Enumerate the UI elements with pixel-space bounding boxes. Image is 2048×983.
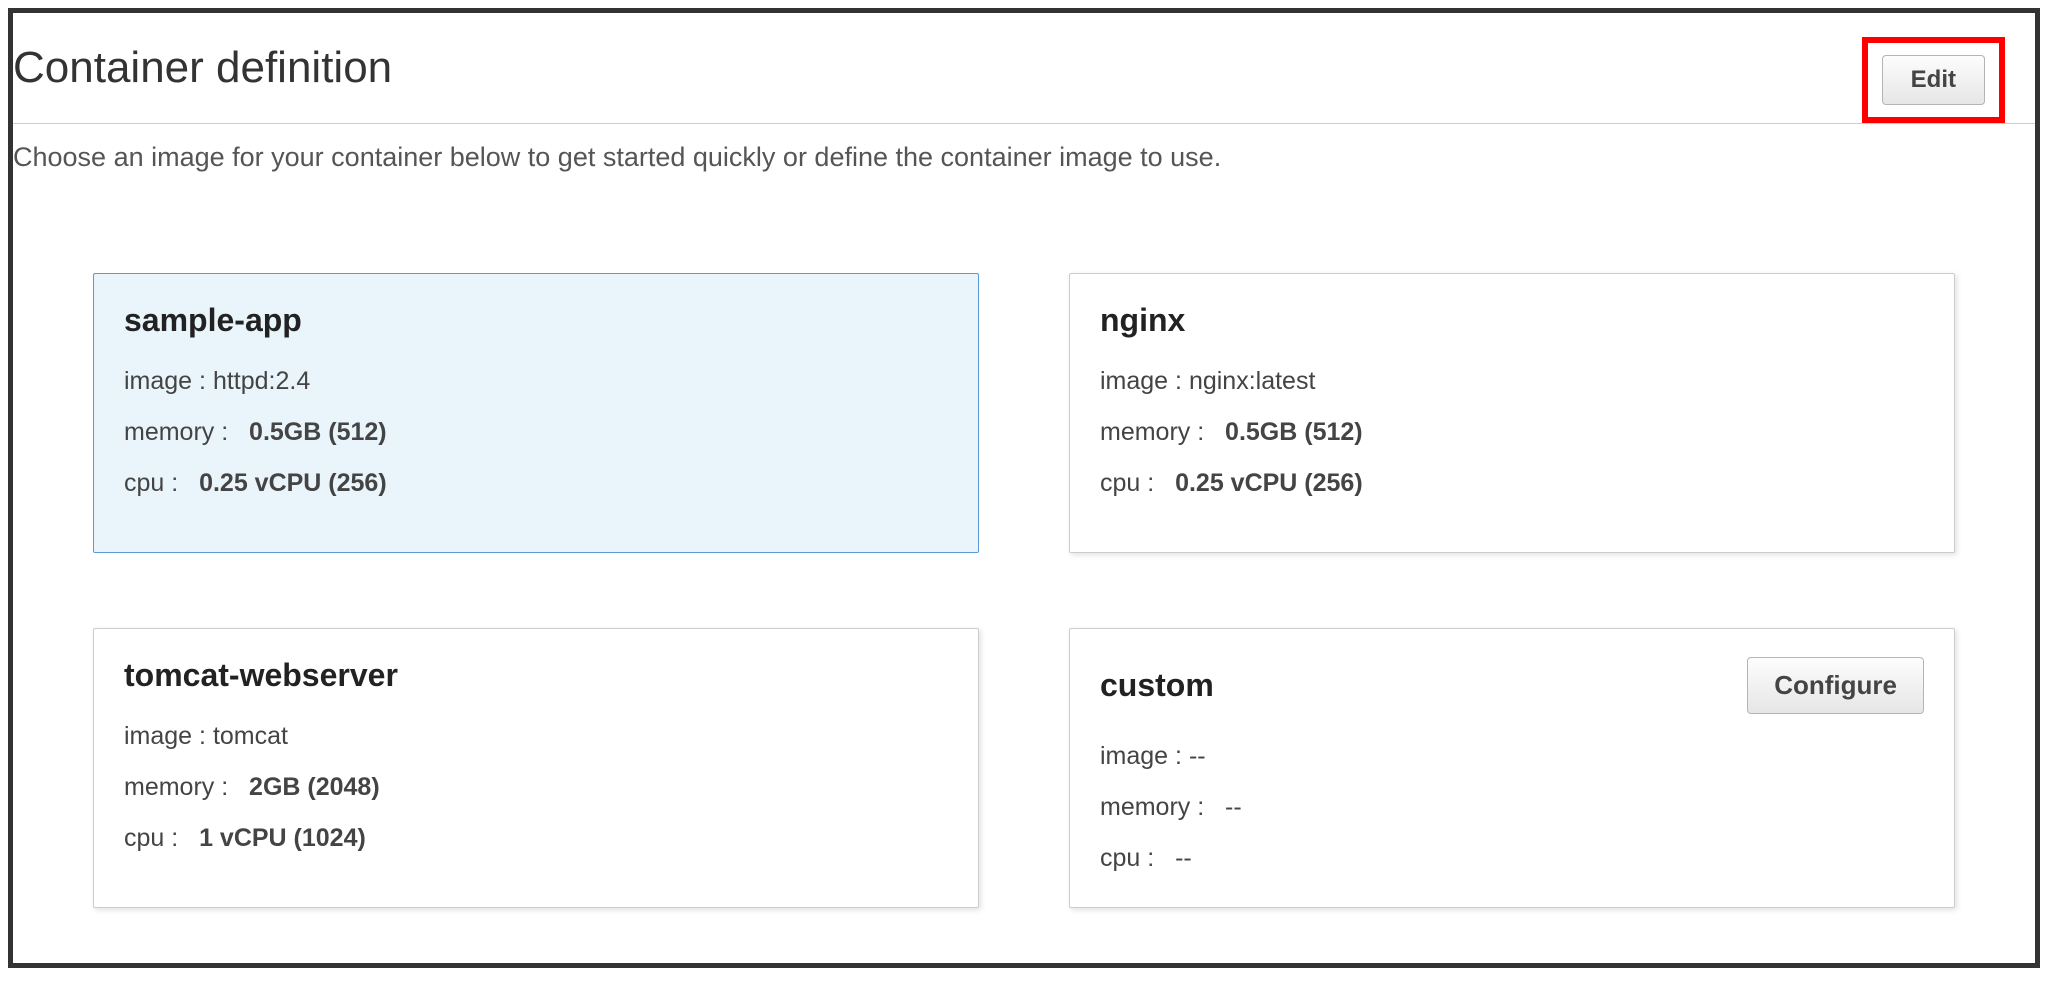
card-title: custom bbox=[1100, 667, 1214, 704]
memory-value: -- bbox=[1225, 793, 1242, 821]
card-cpu-row: cpu : 0.25 vCPU (256) bbox=[1100, 469, 1924, 498]
cpu-spacer bbox=[1161, 469, 1168, 497]
card-image-row: image : -- bbox=[1100, 742, 1924, 771]
memory-spacer bbox=[1211, 793, 1218, 821]
card-title: nginx bbox=[1100, 302, 1185, 339]
cpu-spacer bbox=[185, 824, 192, 852]
card-memory-row: memory : 2GB (2048) bbox=[124, 773, 948, 802]
memory-spacer bbox=[235, 773, 242, 801]
card-image-row: image : httpd:2.4 bbox=[124, 367, 948, 396]
image-value: httpd:2.4 bbox=[213, 367, 310, 395]
card-cpu-row: cpu : -- bbox=[1100, 844, 1924, 873]
memory-spacer bbox=[1211, 418, 1218, 446]
card-memory-row: memory : 0.5GB (512) bbox=[1100, 418, 1924, 447]
image-label: image : bbox=[1100, 367, 1182, 395]
cpu-value: 1 vCPU (1024) bbox=[199, 824, 366, 852]
configure-button[interactable]: Configure bbox=[1747, 657, 1924, 714]
image-label: image : bbox=[1100, 742, 1182, 770]
image-label: image : bbox=[124, 367, 206, 395]
card-memory-row: memory : -- bbox=[1100, 793, 1924, 822]
cpu-value: -- bbox=[1175, 844, 1192, 872]
card-header: sample-app bbox=[124, 302, 948, 339]
edit-button-highlight: Edit bbox=[1862, 37, 2005, 123]
cpu-label: cpu : bbox=[1100, 469, 1154, 497]
card-header: nginx bbox=[1100, 302, 1924, 339]
card-header: tomcat-webserver bbox=[124, 657, 948, 694]
card-header: custom Configure bbox=[1100, 657, 1924, 714]
cpu-label: cpu : bbox=[124, 469, 178, 497]
cpu-label: cpu : bbox=[124, 824, 178, 852]
cpu-value: 0.25 vCPU (256) bbox=[199, 469, 387, 497]
container-cards-grid: sample-app image : httpd:2.4 memory : 0.… bbox=[13, 273, 2035, 908]
card-memory-row: memory : 0.5GB (512) bbox=[124, 418, 948, 447]
cpu-value: 0.25 vCPU (256) bbox=[1175, 469, 1363, 497]
image-value: -- bbox=[1189, 742, 1206, 770]
memory-label: memory : bbox=[124, 418, 228, 446]
image-label: image : bbox=[124, 722, 206, 750]
container-card-nginx[interactable]: nginx image : nginx:latest memory : 0.5G… bbox=[1069, 273, 1955, 553]
memory-label: memory : bbox=[1100, 793, 1204, 821]
memory-value: 2GB (2048) bbox=[249, 773, 380, 801]
container-card-tomcat-webserver[interactable]: tomcat-webserver image : tomcat memory :… bbox=[93, 628, 979, 908]
card-cpu-row: cpu : 1 vCPU (1024) bbox=[124, 824, 948, 853]
card-image-row: image : nginx:latest bbox=[1100, 367, 1924, 396]
container-card-custom[interactable]: custom Configure image : -- memory : -- … bbox=[1069, 628, 1955, 908]
memory-value: 0.5GB (512) bbox=[249, 418, 387, 446]
card-title: sample-app bbox=[124, 302, 302, 339]
image-value: nginx:latest bbox=[1189, 367, 1315, 395]
card-cpu-row: cpu : 0.25 vCPU (256) bbox=[124, 469, 948, 498]
cpu-label: cpu : bbox=[1100, 844, 1154, 872]
edit-button[interactable]: Edit bbox=[1882, 55, 1985, 105]
page-title: Container definition bbox=[13, 43, 392, 111]
card-title: tomcat-webserver bbox=[124, 657, 398, 694]
description-text: Choose an image for your container below… bbox=[13, 142, 2035, 173]
header-row: Container definition Edit bbox=[13, 43, 2035, 124]
image-value: tomcat bbox=[213, 722, 288, 750]
memory-value: 0.5GB (512) bbox=[1225, 418, 1363, 446]
memory-spacer bbox=[235, 418, 242, 446]
memory-label: memory : bbox=[124, 773, 228, 801]
card-image-row: image : tomcat bbox=[124, 722, 948, 751]
container-definition-panel: Container definition Edit Choose an imag… bbox=[8, 8, 2040, 968]
container-card-sample-app[interactable]: sample-app image : httpd:2.4 memory : 0.… bbox=[93, 273, 979, 553]
cpu-spacer bbox=[1161, 844, 1168, 872]
memory-label: memory : bbox=[1100, 418, 1204, 446]
cpu-spacer bbox=[185, 469, 192, 497]
